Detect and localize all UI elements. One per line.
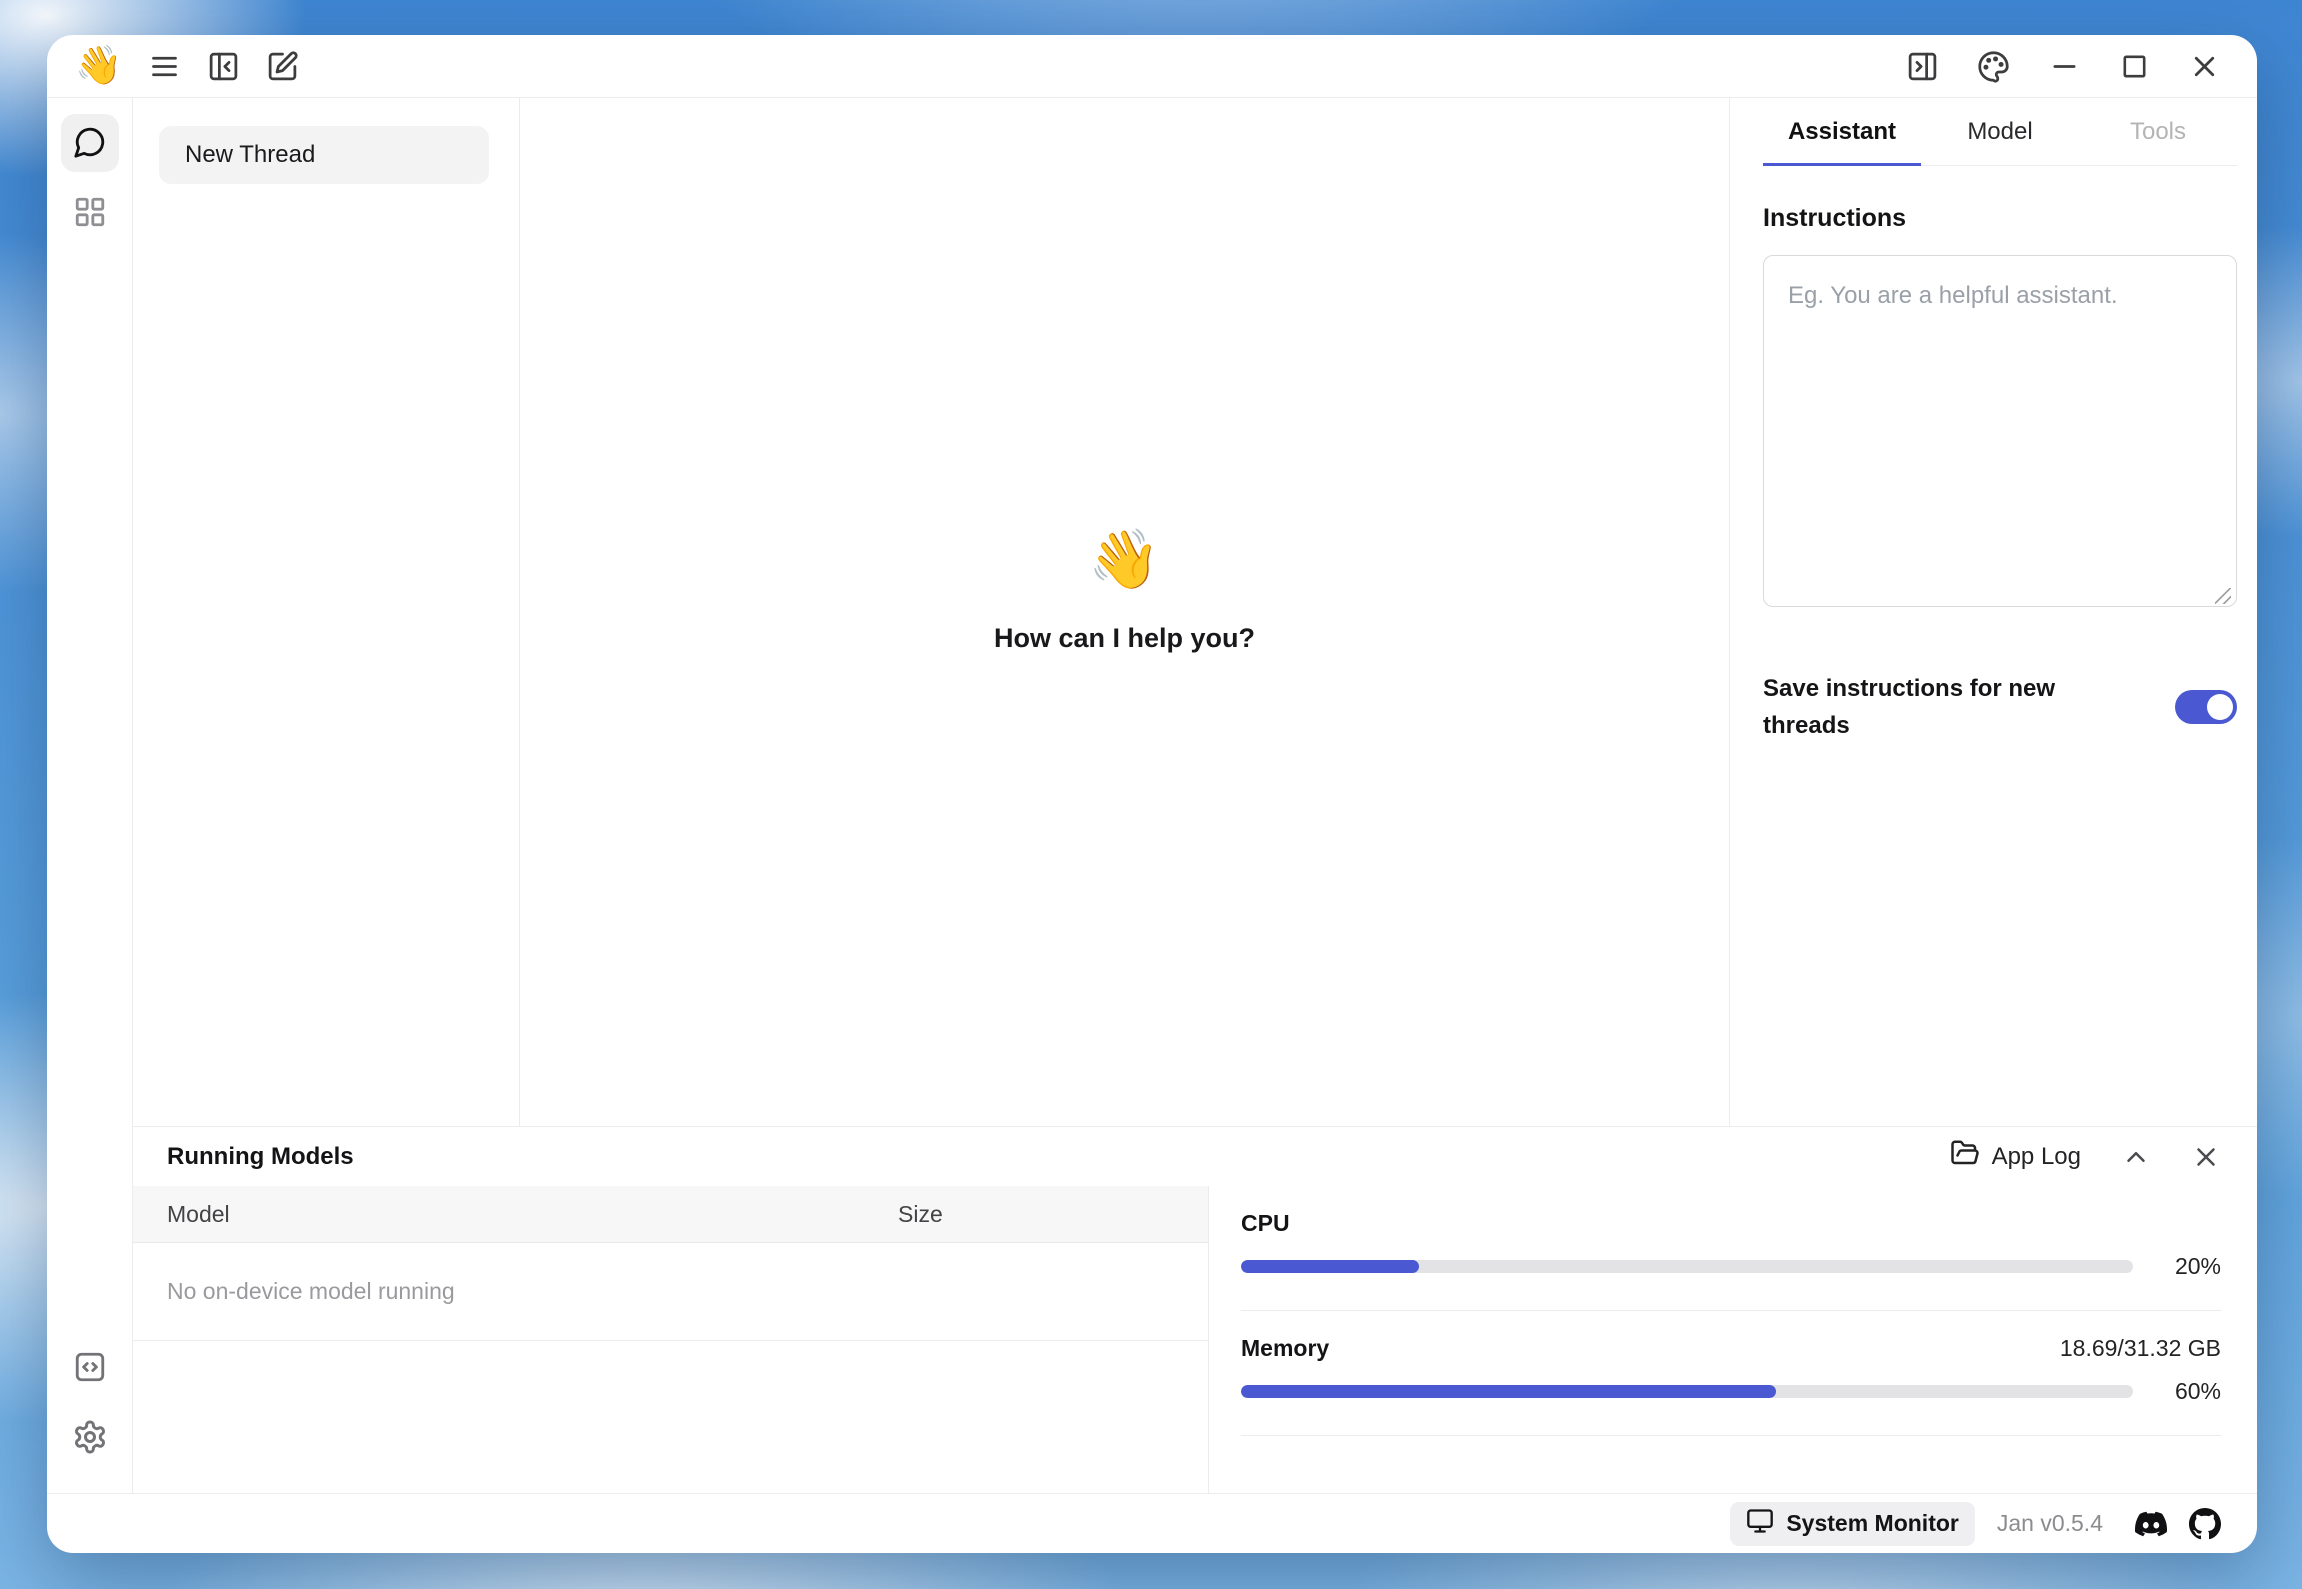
- cpu-meter: CPU 20%: [1241, 1186, 2221, 1311]
- compose-icon[interactable]: [266, 50, 299, 83]
- instructions-input[interactable]: [1763, 255, 2237, 607]
- close-icon[interactable]: [2188, 50, 2221, 83]
- cpu-bar-row: 20%: [1241, 1253, 2221, 1280]
- thread-title: New Thread: [185, 141, 315, 169]
- system-monitor-header: Running Models App Log: [133, 1127, 2257, 1186]
- system-monitor-button[interactable]: System Monitor: [1730, 1502, 1975, 1546]
- memory-progress-fill: [1241, 1385, 1776, 1398]
- save-instructions-label: Save instructions for new threads: [1763, 670, 2083, 744]
- system-monitor-actions: App Log: [1950, 1138, 2221, 1175]
- tab-assistant[interactable]: Assistant: [1763, 98, 1921, 165]
- table-header: Model Size: [133, 1186, 1208, 1243]
- table-empty-row: No on-device model running: [133, 1243, 1208, 1341]
- titlebar: 👋: [47, 35, 2257, 98]
- resource-monitor: CPU 20%: [1209, 1186, 2257, 1493]
- memory-meter: Memory 18.69/31.32 GB 60%: [1241, 1311, 2221, 1436]
- jan-app-window: 👋: [47, 35, 2257, 1553]
- instructions-textarea-wrap: [1763, 255, 2237, 612]
- running-models-title: Running Models: [167, 1143, 354, 1171]
- instructions-heading: Instructions: [1763, 204, 2237, 233]
- empty-thread-greeting: 👋 How can I help you?: [994, 531, 1255, 654]
- grid-icon: [73, 195, 107, 232]
- titlebar-left-actions: [148, 50, 299, 83]
- memory-bar-row: 60%: [1241, 1378, 2221, 1405]
- memory-meter-top: Memory 18.69/31.32 GB: [1241, 1335, 2221, 1362]
- cpu-label: CPU: [1241, 1210, 1290, 1237]
- app-log-label: App Log: [1992, 1143, 2081, 1171]
- content-column: New Thread 👋 How can I help you? Assi: [133, 98, 2257, 1493]
- memory-label: Memory: [1241, 1335, 1329, 1362]
- column-header-model: Model: [133, 1201, 898, 1228]
- save-instructions-toggle[interactable]: [2175, 690, 2237, 724]
- app-log-button[interactable]: App Log: [1950, 1138, 2081, 1175]
- collapse-panel-chevron-up-icon[interactable]: [2121, 1142, 2151, 1172]
- sidebar-item-threads[interactable]: [61, 114, 119, 172]
- window-body: New Thread 👋 How can I help you? Assi: [47, 98, 2257, 1493]
- github-icon[interactable]: [2189, 1508, 2221, 1540]
- system-monitor-panel: Running Models App Log: [133, 1126, 2257, 1493]
- sidebar-item-hub[interactable]: [61, 184, 119, 242]
- cpu-meter-top: CPU: [1241, 1210, 2221, 1237]
- discord-icon[interactable]: [2135, 1508, 2167, 1540]
- save-instructions-row: Save instructions for new threads: [1763, 670, 2237, 744]
- empty-message: No on-device model running: [167, 1278, 455, 1305]
- memory-percent: 60%: [2133, 1378, 2221, 1405]
- thread-list-item[interactable]: New Thread: [159, 126, 489, 184]
- folder-open-icon: [1950, 1138, 1980, 1175]
- chat-area: 👋 How can I help you?: [520, 98, 1730, 1126]
- palette-icon[interactable]: [1977, 50, 2010, 83]
- cpu-percent: 20%: [2133, 1253, 2221, 1280]
- system-monitor-content: Model Size No on-device model running: [133, 1186, 2257, 1493]
- running-models-table: Model Size No on-device model running: [133, 1186, 1209, 1493]
- statusbar: System Monitor Jan v0.5.4: [47, 1493, 2257, 1553]
- panel-right-close-icon[interactable]: [1906, 50, 1939, 83]
- menu-icon[interactable]: [148, 50, 181, 83]
- memory-progress-track: [1241, 1385, 2133, 1398]
- toggle-knob: [2207, 694, 2233, 720]
- thread-list-panel: New Thread: [133, 98, 520, 1126]
- cpu-progress-fill: [1241, 1260, 1419, 1273]
- right-panel: Assistant Model Tools Instructions Save …: [1730, 98, 2257, 1126]
- app-logo-wave-emoji: 👋: [75, 47, 122, 85]
- memory-value: 18.69/31.32 GB: [2060, 1335, 2221, 1362]
- code-icon: [73, 1350, 107, 1387]
- tab-tools[interactable]: Tools: [2079, 98, 2237, 165]
- left-rail: [47, 98, 133, 1493]
- chat-bubble-icon: [73, 125, 107, 162]
- monitor-icon: [1746, 1507, 1774, 1541]
- gear-icon: [72, 1419, 108, 1458]
- column-header-size: Size: [898, 1201, 1208, 1228]
- app-version: Jan v0.5.4: [1997, 1510, 2103, 1537]
- wave-emoji: 👋: [1088, 531, 1160, 589]
- system-monitor-label: System Monitor: [1786, 1510, 1959, 1537]
- statusbar-social-icons: [2135, 1508, 2221, 1540]
- sidebar-item-settings[interactable]: [61, 1409, 119, 1467]
- panel-left-close-icon[interactable]: [207, 50, 240, 83]
- greeting-text: How can I help you?: [994, 623, 1255, 654]
- close-panel-icon[interactable]: [2191, 1142, 2221, 1172]
- minimize-icon[interactable]: [2048, 50, 2081, 83]
- desktop-wallpaper: 👋: [0, 0, 2302, 1589]
- titlebar-right-actions: [1906, 50, 2221, 83]
- maximize-icon[interactable]: [2119, 51, 2150, 82]
- upper-row: New Thread 👋 How can I help you? Assi: [133, 98, 2257, 1126]
- right-panel-tabs: Assistant Model Tools: [1763, 98, 2237, 166]
- sidebar-item-local-api-server[interactable]: [61, 1339, 119, 1397]
- tab-model[interactable]: Model: [1921, 98, 2079, 165]
- cpu-progress-track: [1241, 1260, 2133, 1273]
